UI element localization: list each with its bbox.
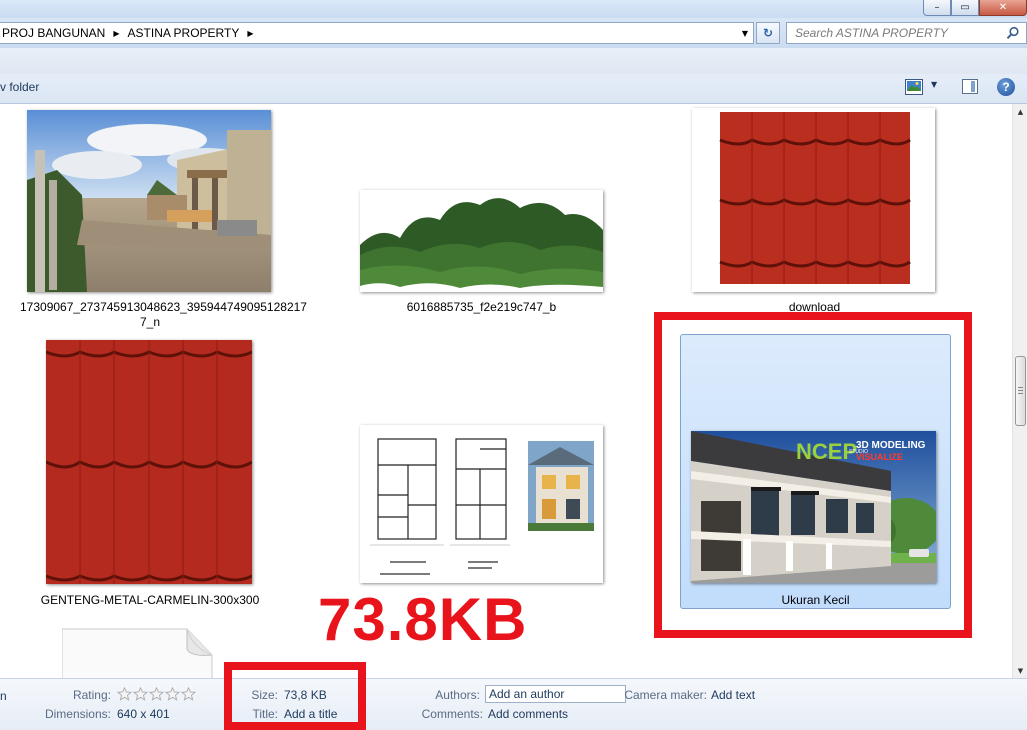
- camera-maker-label: Camera maker:: [624, 688, 707, 702]
- breadcrumb-item-astina-property[interactable]: ASTINA PROPERTY ▶: [128, 26, 254, 40]
- file-name[interactable]: 17309067_273745913048623_395944749095128…: [20, 300, 307, 330]
- address-history-dropdown[interactable]: ▼: [736, 22, 754, 44]
- change-view-icon[interactable]: [905, 79, 923, 95]
- dimensions-label: Dimensions:: [44, 707, 111, 721]
- address-row: PROJ BANGUNAN ▶ ASTINA PROPERTY ▶ ▼ ↻: [0, 18, 1027, 48]
- vertical-scrollbar[interactable]: ▲ ▼: [1012, 104, 1027, 678]
- file-name-line: 17309067_273745913048623_395944749095128…: [20, 300, 307, 314]
- refresh-button[interactable]: ↻: [756, 22, 780, 44]
- chevron-right-icon[interactable]: ▶: [247, 29, 253, 38]
- window-controls: – ▭ ✕: [923, 0, 1027, 16]
- address-bar[interactable]: PROJ BANGUNAN ▶ ASTINA PROPERTY ▶: [0, 22, 754, 44]
- render-logo-brand: NCEP: [796, 439, 857, 464]
- file-name[interactable]: download: [692, 300, 937, 315]
- comments-label: Comments:: [421, 707, 483, 721]
- star-icon[interactable]: [181, 687, 196, 701]
- comments-value[interactable]: Add comments: [488, 707, 568, 721]
- breadcrumb-label: ASTINA PROPERTY: [127, 26, 240, 40]
- size-label: Size:: [251, 688, 278, 702]
- thumbnail-roof-tile[interactable]: [692, 108, 935, 292]
- star-icon[interactable]: [149, 687, 164, 701]
- menu-strip: [0, 48, 1027, 74]
- star-icon[interactable]: [165, 687, 180, 701]
- rating-stars[interactable]: [117, 687, 196, 701]
- close-button[interactable]: ✕: [979, 0, 1027, 16]
- breadcrumb-label: PROJ BANGUNAN: [2, 26, 106, 40]
- grip-line: [1018, 393, 1023, 394]
- scroll-up-arrow-icon[interactable]: ▲: [1013, 104, 1027, 119]
- star-icon[interactable]: [117, 687, 132, 701]
- help-icon[interactable]: ?: [997, 78, 1015, 96]
- authors-label: Authors:: [435, 688, 480, 702]
- grip-line: [1018, 387, 1023, 388]
- scroll-thumb[interactable]: [1015, 356, 1026, 426]
- dimensions-value: 640 x 401: [117, 707, 170, 721]
- search-icon[interactable]: [1006, 26, 1020, 40]
- file-icon[interactable]: [62, 625, 230, 678]
- breadcrumb-item-proj-bangunan[interactable]: PROJ BANGUNAN ▶: [2, 26, 120, 40]
- file-name-line: 7_n: [139, 315, 161, 329]
- title-value[interactable]: Add a title: [284, 707, 337, 721]
- details-pane: n Rating: Dimensions: 640 x 401 Size: 73…: [0, 678, 1027, 730]
- star-icon[interactable]: [133, 687, 148, 701]
- file-size-annotation: 73.8KB: [318, 586, 528, 653]
- thumbnail-floor-plan[interactable]: [360, 425, 603, 583]
- thumbnail-trees-photo[interactable]: [360, 190, 603, 292]
- authors-field[interactable]: [485, 685, 626, 703]
- grip-line: [1018, 390, 1023, 391]
- view-options-dropdown[interactable]: ▼: [931, 80, 937, 89]
- thumbnail-house-render[interactable]: NCEP 3D MODELING VISUALIZE STUDIO: [691, 431, 936, 583]
- maximize-button[interactable]: ▭: [951, 0, 979, 16]
- rating-label: Rating:: [72, 688, 111, 702]
- title-label: Title:: [252, 707, 278, 721]
- new-folder-button[interactable]: v folder: [0, 80, 39, 94]
- file-name[interactable]: GENTENG-METAL-CARMELIN-300x300: [30, 593, 270, 608]
- title-bar: – ▭ ✕: [0, 0, 1027, 18]
- render-logo-sub: STUDIO: [849, 449, 868, 455]
- scroll-down-arrow-icon[interactable]: ▼: [1013, 663, 1027, 678]
- file-list-view: 17309067_273745913048623_395944749095128…: [0, 104, 1012, 678]
- minimize-button[interactable]: –: [923, 0, 951, 16]
- file-name[interactable]: Ukuran Kecil: [680, 593, 951, 608]
- file-name[interactable]: 6016885735_f2e219c747_b: [350, 300, 613, 315]
- search-box[interactable]: [786, 22, 1027, 44]
- size-value: 73,8 KB: [284, 688, 327, 702]
- preview-pane-icon[interactable]: [962, 79, 978, 94]
- command-bar: v folder: [0, 48, 1027, 104]
- thumbnail-roof-tile[interactable]: [46, 340, 252, 584]
- search-input[interactable]: [795, 26, 1000, 40]
- refresh-icon: ↻: [762, 26, 774, 40]
- details-partial-text: n: [0, 689, 7, 703]
- camera-maker-value[interactable]: Add text: [711, 688, 755, 702]
- thumbnail-construction-photo[interactable]: [27, 110, 271, 292]
- chevron-right-icon[interactable]: ▶: [113, 29, 119, 38]
